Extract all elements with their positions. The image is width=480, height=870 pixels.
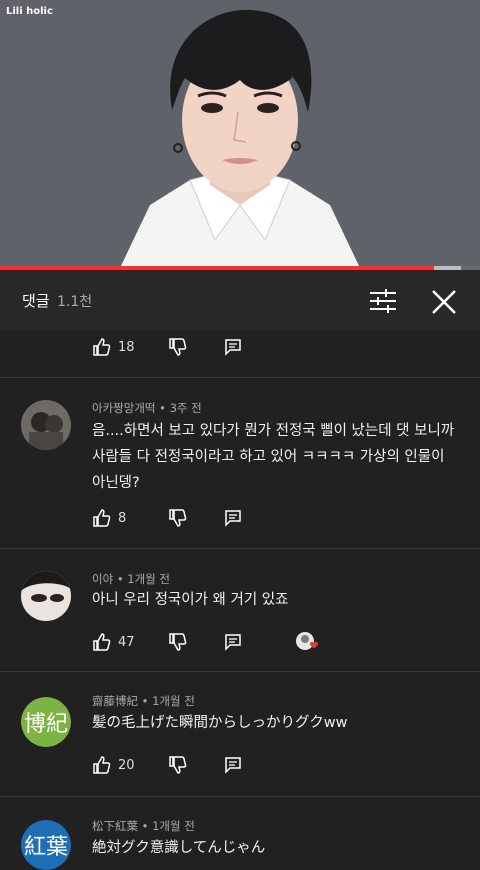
comment-actions: 20 [92,754,242,776]
thumbs-up-icon [93,756,111,774]
reply-icon[interactable] [224,338,242,356]
avatar[interactable] [21,400,71,450]
close-icon[interactable] [428,286,460,318]
channel-watermark: Lili holic [6,6,53,17]
thumbs-down-icon[interactable] [168,508,188,528]
avatar[interactable]: 紅葉 [21,820,71,870]
like-button[interactable]: 18 [92,337,142,357]
thumbs-up-icon [93,338,111,356]
avatar[interactable]: 博紀 [21,697,71,747]
like-button[interactable]: 47 [92,632,142,652]
creator-heart-badge [294,631,320,653]
comment-actions: 47 [92,631,320,653]
like-count: 47 [118,634,135,650]
like-count: 8 [118,510,127,526]
thumbs-down-icon[interactable] [168,632,188,652]
sort-filter-icon[interactable] [366,286,400,316]
comment-text: 絶対グク意識してんじゃん [92,840,266,856]
comment-author-meta[interactable]: 아카짱망개떡 • 3주 전 [92,400,202,416]
comment-item: 博紀 齋藤博紀 • 1개월 전 髪の毛上げた瞬間からしっかりグクww 20 [0,671,480,797]
comment-item: 아카짱망개떡 • 3주 전 음....하면서 보고 있다가 뭔가 전정국 삘이 … [0,377,480,549]
thumbs-down-icon[interactable] [168,755,188,775]
like-count: 20 [118,757,135,773]
comment-item: 紅葉 松下紅葉 • 1개월 전 絶対グク意識してんじゃん [0,796,480,870]
avatar-initials: 博紀 [21,697,71,747]
comments-header: 댓글 1.1천 [0,270,480,330]
video-player[interactable]: Lili holic [0,0,480,268]
comment-author-meta[interactable]: 松下紅葉 • 1개월 전 [92,818,195,834]
like-count: 18 [118,339,135,355]
like-button[interactable]: 20 [92,755,142,775]
thumbs-down-icon[interactable] [168,337,188,357]
avatar-initials: 紅葉 [21,820,71,870]
comment-actions: 18 [92,336,242,358]
reply-icon[interactable] [224,756,242,774]
comments-title: 댓글 [22,292,50,310]
like-button[interactable]: 8 [92,508,142,528]
video-thumbnail-illustration [0,0,480,268]
reply-icon[interactable] [224,509,242,527]
comment-author-meta[interactable]: 齋藤博紀 • 1개월 전 [92,693,195,709]
comment-text: 髪の毛上げた瞬間からしっかりグクww [92,715,348,731]
avatar[interactable] [21,571,71,621]
thumbs-up-icon [93,633,111,651]
thumbs-up-icon [93,509,111,527]
comments-count: 1.1천 [57,294,93,310]
heart-icon [296,632,319,650]
comment-text: 음....하면서 보고 있다가 뭔가 전정국 삘이 났는데 댓 보니까 사람들 … [92,423,455,491]
comment-list[interactable]: 18 아카짱망개떡 • 3주 전 음....하면서 보고 있다가 뭔가 전정국 … [0,330,480,870]
comment-text: 아니 우리 정국이가 왜 거기 있죠 [92,592,289,608]
comment-item: 이야 • 1개월 전 아니 우리 정국이가 왜 거기 있죠 47 [0,548,480,672]
comment-actions: 8 [92,507,242,529]
reply-icon[interactable] [224,633,242,651]
comment-author-meta[interactable]: 이야 • 1개월 전 [92,571,170,587]
